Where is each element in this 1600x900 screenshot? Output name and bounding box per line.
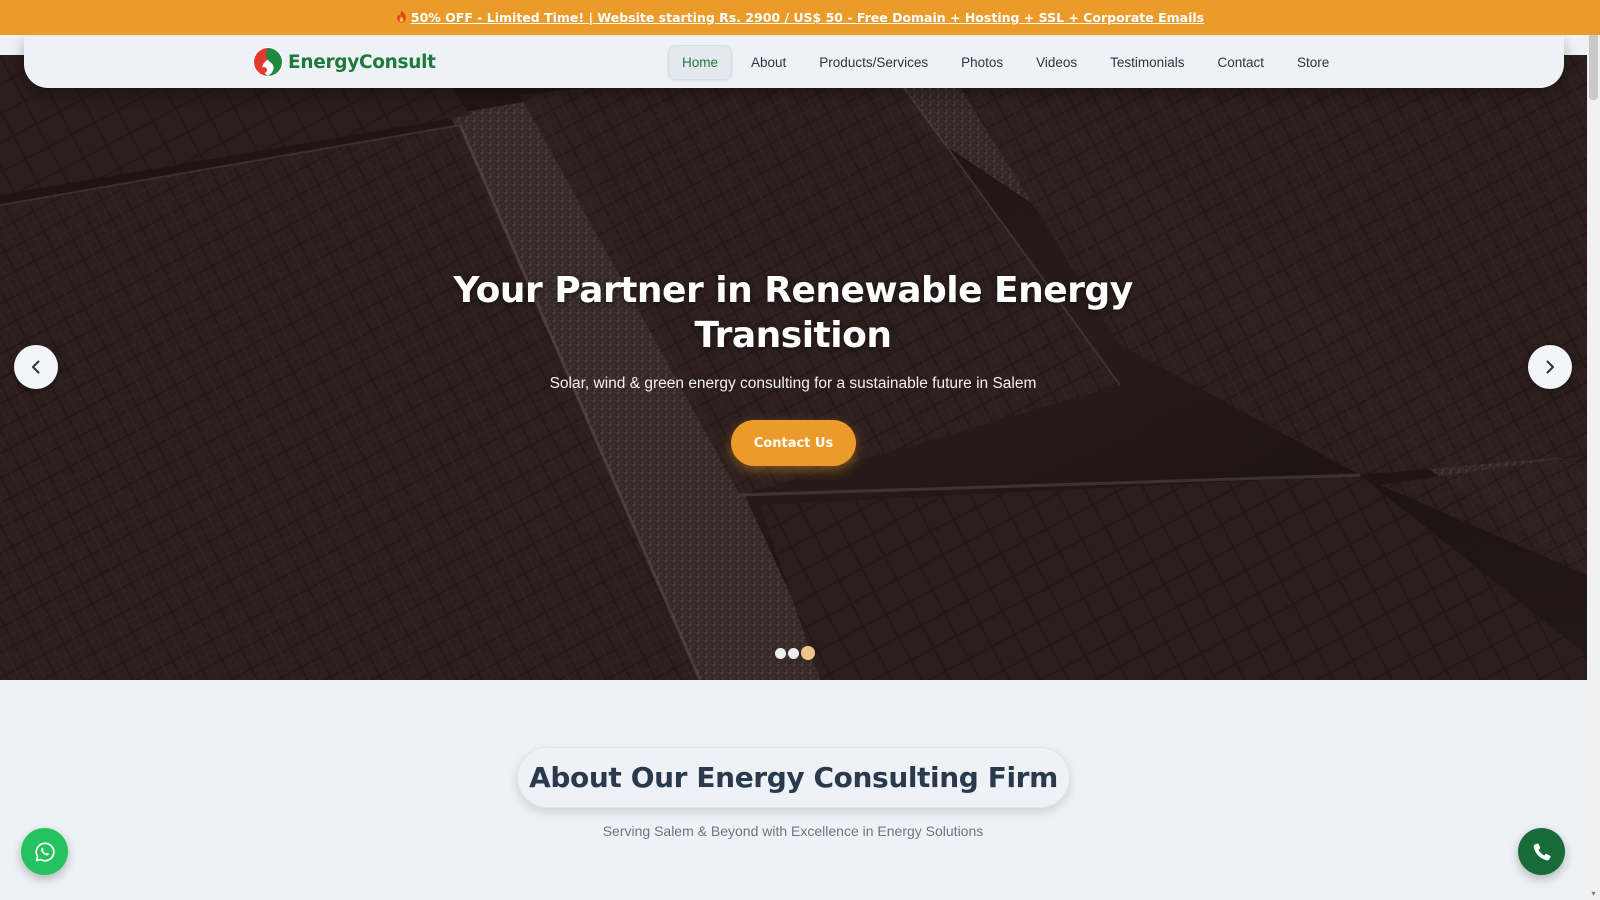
about-title: About Our Energy Consulting Firm xyxy=(529,761,1058,794)
chevron-right-icon xyxy=(1546,360,1554,374)
about-subtitle: Serving Salem & Beyond with Excellence i… xyxy=(602,823,984,839)
slider-prev-button[interactable] xyxy=(14,345,58,389)
nav-photos[interactable]: Photos xyxy=(947,45,1017,80)
chevron-left-icon xyxy=(32,360,40,374)
main-nav: Home About Products/Services Photos Vide… xyxy=(668,42,1348,82)
promo-text: 50% OFF - Limited Time! | Website starti… xyxy=(410,10,1205,25)
promo-bar: 50% OFF - Limited Time! | Website starti… xyxy=(0,0,1600,35)
slider-dot-3[interactable] xyxy=(801,646,815,660)
slider-dots xyxy=(775,646,815,660)
hero-subtitle: Solar, wind & green energy consulting fo… xyxy=(549,375,1037,392)
slider-dot-1[interactable] xyxy=(775,647,786,659)
nav-about[interactable]: About xyxy=(737,45,800,80)
slider-next-button[interactable] xyxy=(1528,345,1572,389)
contact-us-button[interactable]: Contact Us xyxy=(731,420,856,466)
slider-dot-2[interactable] xyxy=(788,647,799,659)
hero-content: Your Partner in Renewable Energy Transit… xyxy=(0,55,1587,680)
scroll-down-arrow-icon[interactable]: ▾ xyxy=(1589,889,1598,898)
site-header: EnergyConsult Home About Products/Servic… xyxy=(24,36,1564,88)
fire-icon xyxy=(396,10,407,26)
nav-store[interactable]: Store xyxy=(1283,45,1343,80)
page-scrollbar[interactable]: ▾ xyxy=(1587,0,1600,900)
site-logo[interactable]: EnergyConsult xyxy=(252,44,436,80)
promo-link[interactable]: 50% OFF - Limited Time! | Website starti… xyxy=(396,10,1204,26)
nav-videos[interactable]: Videos xyxy=(1022,45,1091,80)
nav-products-services[interactable]: Products/Services xyxy=(805,45,942,80)
nav-testimonials[interactable]: Testimonials xyxy=(1096,45,1198,80)
call-button[interactable] xyxy=(1518,828,1565,875)
whatsapp-icon xyxy=(34,841,55,862)
hero-slider: Your Partner in Renewable Energy Transit… xyxy=(0,55,1587,680)
phone-icon xyxy=(1533,842,1551,860)
hero-title: Your Partner in Renewable Energy Transit… xyxy=(453,270,1133,356)
logo-text: EnergyConsult xyxy=(288,51,436,73)
whatsapp-button[interactable] xyxy=(21,828,68,875)
nav-home[interactable]: Home xyxy=(668,44,733,80)
about-heading-pill: About Our Energy Consulting Firm xyxy=(517,747,1070,808)
logo-icon xyxy=(253,47,283,77)
nav-contact[interactable]: Contact xyxy=(1203,45,1278,80)
